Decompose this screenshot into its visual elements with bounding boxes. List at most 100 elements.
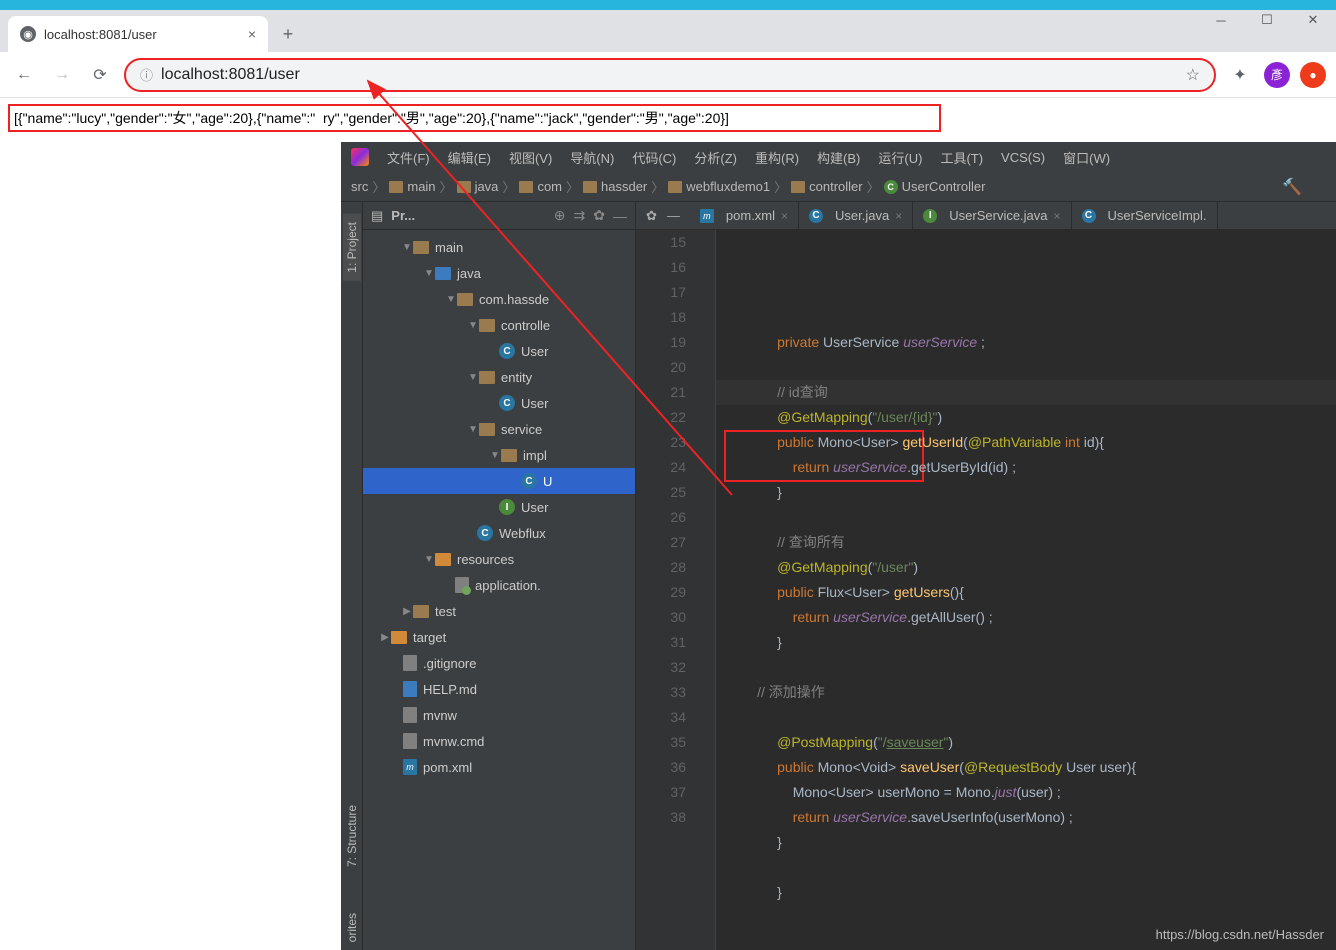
tree-item-target[interactable]: target — [363, 624, 635, 650]
folder-icon — [519, 181, 533, 193]
new-tab-button[interactable]: + — [274, 20, 302, 48]
project-tree[interactable]: main java com.hassde controlle CUser ent… — [363, 230, 635, 950]
breadcrumb-item[interactable]: com — [537, 179, 562, 194]
tree-item-entity[interactable]: entity — [363, 364, 635, 390]
menu-navigate[interactable]: 导航(N) — [570, 148, 614, 167]
menu-refactor[interactable]: 重构(R) — [755, 148, 799, 167]
tree-item-resources[interactable]: resources — [363, 546, 635, 572]
address-bar[interactable]: ⓘ localhost:8081/user ☆ — [124, 58, 1216, 92]
tree-item-file[interactable]: HELP.md — [363, 676, 635, 702]
maximize-button[interactable]: ☐ — [1244, 0, 1290, 40]
globe-icon: ◉ — [20, 26, 36, 42]
tree-item-class[interactable]: CUser — [363, 390, 635, 416]
project-panel: ▤ Pr... ⊕ ⇉ ✿ — main java com.hassde con… — [363, 202, 636, 950]
tree-item-file[interactable]: mpom.xml — [363, 754, 635, 780]
bookmark-star-icon[interactable]: ☆ — [1186, 65, 1200, 85]
tree-item-impl[interactable]: impl — [363, 442, 635, 468]
browser-toolbar: ← → ⟳ ⓘ localhost:8081/user ☆ ✦ 彥 ● — [0, 52, 1336, 98]
gutter-icons — [696, 230, 716, 950]
breadcrumb-item[interactable]: src — [351, 179, 368, 194]
editor-tab-userservice[interactable]: IUserService.java× — [913, 202, 1071, 229]
folder-icon — [457, 181, 471, 193]
ide-body: 1: Project 7: Structure orites ▤ Pr... ⊕… — [341, 202, 1336, 950]
tool-window-stripe: 1: Project 7: Structure orites — [341, 202, 363, 950]
tree-item-controller[interactable]: controlle — [363, 312, 635, 338]
menu-analyze[interactable]: 分析(Z) — [694, 148, 737, 167]
hide-panel-icon[interactable]: — — [667, 208, 680, 223]
tree-item-interface[interactable]: IUser — [363, 494, 635, 520]
build-hammer-icon[interactable]: 🔨 — [1282, 177, 1302, 197]
breadcrumb-item[interactable]: webfluxdemo1 — [686, 179, 770, 194]
editor-tab-userserviceimpl[interactable]: CUserServiceImpl. — [1072, 202, 1218, 229]
menu-code[interactable]: 代码(C) — [632, 148, 676, 167]
breadcrumb-item[interactable]: UserController — [902, 179, 986, 194]
menu-file[interactable]: 文件(F) — [387, 148, 430, 167]
browser-tab[interactable]: ◉ localhost:8081/user × — [8, 16, 268, 52]
tree-item-file[interactable]: mvnw.cmd — [363, 728, 635, 754]
tree-item-file[interactable]: mvnw — [363, 702, 635, 728]
project-icon: ▤ — [371, 208, 383, 224]
breadcrumb: src〉 main〉 java〉 com〉 hassder〉 webfluxde… — [341, 172, 1336, 202]
minimize-button[interactable]: ─ — [1198, 0, 1244, 40]
settings-gear-icon[interactable]: ✿ — [593, 207, 605, 224]
tree-item-file[interactable]: .gitignore — [363, 650, 635, 676]
menu-edit[interactable]: 编辑(E) — [448, 148, 491, 167]
tab-close-icon[interactable]: × — [248, 26, 256, 42]
menu-build[interactable]: 构建(B) — [817, 148, 860, 167]
tree-item-service[interactable]: service — [363, 416, 635, 442]
project-panel-title: Pr... — [391, 208, 546, 223]
close-icon[interactable]: × — [781, 209, 788, 223]
tab-title: localhost:8081/user — [44, 27, 157, 42]
json-response-text: [{"name":"lucy","gender":"女","age":20},{… — [8, 104, 941, 132]
menu-vcs[interactable]: VCS(S) — [1001, 150, 1045, 165]
hide-icon[interactable]: — — [613, 208, 627, 224]
class-icon: C — [884, 180, 898, 194]
code-editor[interactable]: 1516171819202122232425262728293031323334… — [636, 230, 1336, 950]
page-content: [{"name":"lucy","gender":"女","age":20},{… — [0, 98, 1336, 146]
code-text[interactable]: private UserService userService ; // id查… — [716, 230, 1336, 950]
editor-tab-user[interactable]: CUser.java× — [799, 202, 913, 229]
tree-item-test[interactable]: test — [363, 598, 635, 624]
project-tool-tab[interactable]: 1: Project — [343, 214, 361, 281]
tree-item-file[interactable]: application. — [363, 572, 635, 598]
folder-icon — [791, 181, 805, 193]
url-text: localhost:8081/user — [161, 66, 300, 84]
close-icon[interactable]: × — [895, 209, 902, 223]
profile-avatar[interactable]: 彥 — [1264, 62, 1290, 88]
extension-badge[interactable]: ● — [1300, 62, 1326, 88]
info-icon: ⓘ — [140, 65, 153, 84]
tree-item-class[interactable]: CUser — [363, 338, 635, 364]
tree-item-java[interactable]: java — [363, 260, 635, 286]
collapse-icon[interactable]: ⇉ — [574, 207, 586, 224]
tree-item-class-selected[interactable]: CU — [363, 468, 635, 494]
tree-item-class[interactable]: CWebflux — [363, 520, 635, 546]
tree-item-package[interactable]: com.hassde — [363, 286, 635, 312]
editor-tab-pom[interactable]: mpom.xml× — [690, 202, 799, 229]
breadcrumb-item[interactable]: hassder — [601, 179, 647, 194]
forward-button[interactable]: → — [48, 61, 76, 89]
editor-settings-icon[interactable]: ✿ — [646, 208, 657, 224]
breadcrumb-item[interactable]: main — [407, 179, 435, 194]
breadcrumb-item[interactable]: controller — [809, 179, 862, 194]
intellij-logo-icon — [351, 148, 369, 166]
tree-item-main[interactable]: main — [363, 234, 635, 260]
ide-window: 文件(F) 编辑(E) 视图(V) 导航(N) 代码(C) 分析(Z) 重构(R… — [341, 142, 1336, 950]
menu-window[interactable]: 窗口(W) — [1063, 148, 1110, 167]
extensions-icon[interactable]: ✦ — [1226, 61, 1254, 89]
menu-run[interactable]: 运行(U) — [878, 148, 922, 167]
project-panel-header: ▤ Pr... ⊕ ⇉ ✿ — — [363, 202, 635, 230]
menu-tools[interactable]: 工具(T) — [940, 148, 983, 167]
editor-area: ✿ — mpom.xml× CUser.java× IUserService.j… — [636, 202, 1336, 950]
window-controls: ─ ☐ ✕ — [1198, 0, 1336, 40]
line-number-gutter: 1516171819202122232425262728293031323334… — [636, 230, 696, 950]
breadcrumb-item[interactable]: java — [475, 179, 499, 194]
locate-icon[interactable]: ⊕ — [554, 207, 566, 224]
structure-tool-tab[interactable]: 7: Structure — [343, 797, 361, 875]
menu-view[interactable]: 视图(V) — [509, 148, 552, 167]
back-button[interactable]: ← — [10, 61, 38, 89]
close-icon[interactable]: × — [1054, 209, 1061, 223]
favorites-tool-tab[interactable]: orites — [343, 905, 361, 950]
reload-button[interactable]: ⟳ — [86, 61, 114, 89]
editor-tabs: ✿ — mpom.xml× CUser.java× IUserService.j… — [636, 202, 1336, 230]
close-window-button[interactable]: ✕ — [1290, 0, 1336, 40]
